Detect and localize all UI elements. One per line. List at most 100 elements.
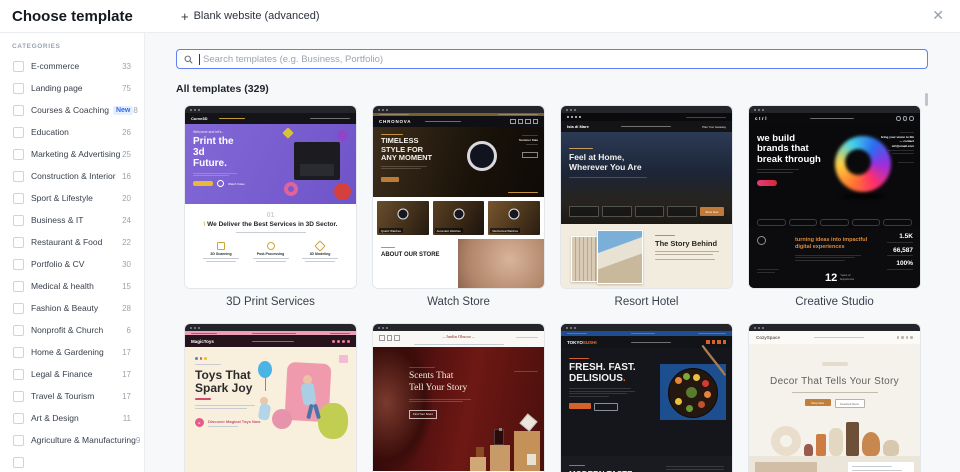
template-thumbnail[interactable]: ctrl we build brands that break through	[748, 105, 921, 289]
promo-label: Summer Sale	[518, 138, 538, 142]
category-checkbox[interactable]	[13, 192, 24, 204]
scrollbar[interactable]	[925, 93, 928, 106]
category-checkbox[interactable]	[13, 170, 24, 182]
template-name: 3D Print Services	[226, 296, 315, 308]
years-stat: 12 Years of Experience	[825, 272, 855, 284]
secondary-button	[594, 402, 618, 411]
category-checkbox[interactable]	[13, 126, 24, 138]
category-checkbox[interactable]	[13, 280, 24, 292]
search-input[interactable]	[203, 53, 920, 65]
template-card-3d-print-services[interactable]: Curve3D Welcome and let's... Print the 3…	[184, 105, 357, 323]
browser-bar	[373, 106, 544, 113]
category-item-ecommerce[interactable]: E-commerce 33	[0, 55, 144, 77]
booking-field	[601, 206, 632, 217]
category-item-partial[interactable]	[0, 451, 144, 472]
category-item-sport[interactable]: Sport & Lifestyle 20	[0, 187, 144, 209]
perfume-bottle	[494, 429, 504, 445]
category-checkbox[interactable]	[13, 346, 24, 358]
booking-field	[667, 206, 697, 217]
social-icons	[706, 340, 726, 344]
new-badge: New	[112, 105, 134, 115]
cta-button	[193, 181, 213, 187]
story-text: The Story Behind	[655, 235, 725, 260]
category-checkbox[interactable]	[13, 104, 24, 116]
text-caret	[199, 53, 200, 65]
category-checkbox[interactable]	[13, 368, 24, 380]
template-card-creative-studio[interactable]: ctrl we build brands that break through	[748, 105, 921, 323]
template-thumbnail[interactable]: MagicToys Toys That Spark Joy ▸ Discover…	[184, 323, 357, 472]
category-item-nonprofit[interactable]: Nonprofit & Church 6	[0, 319, 144, 341]
hero-section: Welcome and let's... Print the 3d Future…	[185, 124, 356, 204]
tags-row	[749, 216, 920, 228]
studio-logo-icon	[757, 236, 766, 245]
category-item-construction[interactable]: Construction & Interior 16	[0, 165, 144, 187]
text-placeholder	[193, 175, 229, 177]
template-thumbnail[interactable]: TOKYOSUSHI FRESH. FAST. DELISIOUS.	[560, 323, 733, 472]
templates-panel: All templates (329) Curve3D Welcome and …	[145, 33, 960, 472]
category-checkbox[interactable]	[13, 214, 24, 226]
category-checkbox[interactable]	[13, 236, 24, 248]
category-checkbox[interactable]	[13, 82, 24, 94]
vases-image	[749, 416, 920, 456]
site-header: – Jardin Obscur –	[373, 331, 544, 347]
category-item-legal[interactable]: Legal & Finance 17	[0, 363, 144, 385]
tag-pill	[788, 218, 818, 226]
category-checkbox[interactable]	[13, 456, 24, 468]
category-item-fashion[interactable]: Fashion & Beauty 28	[0, 297, 144, 319]
template-card-toys[interactable]: MagicToys Toys That Spark Joy ▸ Discover…	[184, 323, 357, 472]
category-checkbox[interactable]	[13, 258, 24, 270]
category-item-business-it[interactable]: Business & IT 24	[0, 209, 144, 231]
browser-bar	[185, 106, 356, 113]
template-card-perfume[interactable]: – Jardin Obscur – Scents That Tell Your …	[372, 323, 545, 472]
template-thumbnail[interactable]: Isla di Mare Plan Your Getaway Feel at H…	[560, 105, 733, 289]
story-image	[597, 230, 643, 284]
category-item-portfolio[interactable]: Portfolio & CV 30	[0, 253, 144, 275]
category-item-travel[interactable]: Travel & Tourism 17	[0, 385, 144, 407]
feature-column: 3D Modeling	[298, 240, 342, 262]
template-name: Creative Studio	[795, 296, 874, 308]
cta-button	[569, 402, 591, 409]
feature-icon	[217, 242, 225, 250]
template-thumbnail[interactable]: – Jardin Obscur – Scents That Tell Your …	[372, 323, 545, 472]
category-checkbox[interactable]	[13, 60, 24, 72]
category-checkbox[interactable]	[13, 434, 24, 446]
category-item-marketing[interactable]: Marketing & Advertising 25	[0, 143, 144, 165]
category-checkbox[interactable]	[13, 324, 24, 336]
template-card-sushi[interactable]: TOKYOSUSHI FRESH. FAST. DELISIOUS.	[560, 323, 733, 472]
hero-section: Toys That Spark Joy ▸ Discover Magical T…	[185, 347, 356, 472]
category-item-agriculture[interactable]: Agriculture & Manufacturing 9	[0, 429, 144, 451]
feature-icon	[314, 240, 326, 252]
category-item-home-gardening[interactable]: Home & Gardening 17	[0, 341, 144, 363]
template-card-watch-store[interactable]: CHRONOVA TIMELESS STYLE FOR ANY MOMENT S…	[372, 105, 545, 323]
category-item-courses-coaching[interactable]: Courses & Coaching New 8	[0, 99, 144, 121]
category-item-landing-page[interactable]: Landing page 75	[0, 77, 144, 99]
category-item-medical[interactable]: Medical & health 15	[0, 275, 144, 297]
balloon-string	[265, 378, 266, 391]
tagline: turning ideas into impactful digital exp…	[795, 237, 868, 250]
category-checkbox[interactable]	[13, 302, 24, 314]
template-thumbnail[interactable]: CHRONOVA TIMELESS STYLE FOR ANY MOMENT S…	[372, 105, 545, 289]
close-icon[interactable]: ✕	[926, 6, 950, 25]
template-card-decor[interactable]: CozySpace Decor That Tells Your Story Sh…	[748, 323, 921, 472]
blank-website-button[interactable]: + Blank website (advanced)	[175, 8, 326, 25]
text-placeholder	[193, 172, 237, 174]
shop-now-button: Shop Now	[804, 399, 831, 406]
category-item-art-design[interactable]: Art & Design 11	[0, 407, 144, 429]
browser-bar	[561, 106, 732, 113]
category-checkbox[interactable]	[13, 390, 24, 402]
template-thumbnail[interactable]: CozySpace Decor That Tells Your Story Sh…	[748, 323, 921, 472]
category-checkbox[interactable]	[13, 412, 24, 424]
category-checkbox[interactable]	[13, 148, 24, 160]
hero-section: Scents That Tell Your Story Find Your Sc…	[373, 347, 544, 471]
play-icon: ▸	[195, 418, 204, 428]
category-item-restaurant[interactable]: Restaurant & Food 22	[0, 231, 144, 253]
modern-taste-section: MODERN TASTE	[561, 456, 732, 472]
category-item-education[interactable]: Education 26	[0, 121, 144, 143]
vase	[882, 440, 899, 456]
feature-column: Post-Processing	[249, 242, 293, 262]
browser-bar	[373, 324, 544, 331]
search-bar[interactable]	[176, 49, 928, 69]
template-thumbnail[interactable]: Curve3D Welcome and let's... Print the 3…	[184, 105, 357, 289]
browser-bar	[185, 324, 356, 331]
template-card-resort-hotel[interactable]: Isla di Mare Plan Your Getaway Feel at H…	[560, 105, 733, 323]
